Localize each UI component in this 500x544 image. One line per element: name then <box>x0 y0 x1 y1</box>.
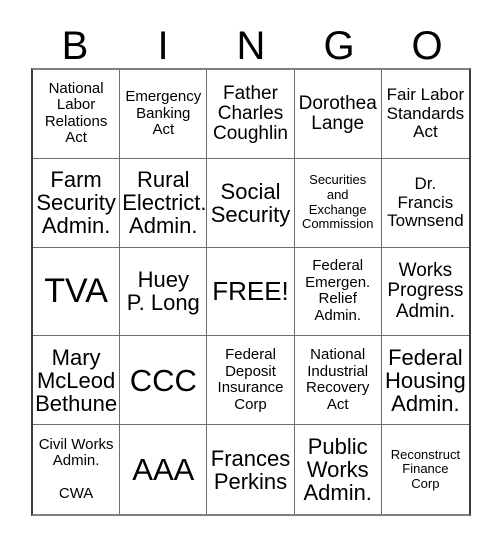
bingo-cell-label: Father Charles Coughlin <box>212 82 288 144</box>
bingo-cell-label: Federal Deposit Insurance Corp <box>217 346 284 413</box>
bingo-cell[interactable]: Dr. Francis Townsend <box>381 158 469 248</box>
bingo-cell[interactable]: Federal Deposit Insurance Corp <box>207 336 295 426</box>
bingo-header-letter-o: O <box>411 24 443 68</box>
bingo-cell-label: Dr. Francis Townsend <box>387 174 464 230</box>
bingo-cell[interactable]: Public Works Admin. <box>294 425 382 514</box>
bingo-cell-label: Federal Housing Admin. <box>385 344 466 416</box>
bingo-cell-label: Public Works Admin. <box>303 433 372 506</box>
bingo-cell[interactable]: Frances Perkins <box>207 425 295 514</box>
bingo-header-letter-i: I <box>157 24 169 68</box>
bingo-header-letter-g: G <box>323 24 355 68</box>
bingo-cell-label: Huey P. Long <box>126 267 200 316</box>
bingo-cell-label: AAA <box>132 452 195 488</box>
bingo-cell-free[interactable]: FREE! <box>207 247 295 337</box>
bingo-cell[interactable]: TVA <box>33 247 121 337</box>
bingo-cell[interactable]: Federal Housing Admin. <box>381 336 469 426</box>
bingo-cell-label: Farm Security Admin. <box>36 167 116 239</box>
bingo-cell[interactable]: Farm Security Admin. <box>33 158 121 248</box>
bingo-cell-label: Dorothea Lange <box>298 92 377 134</box>
bingo-cell[interactable]: Emergency Banking Act <box>120 70 208 159</box>
bingo-cell[interactable]: Mary McLeod Bethune <box>33 336 121 426</box>
bingo-cell[interactable]: National Labor Relations Act <box>33 70 121 159</box>
bingo-cell-label: Federal Emergen. Relief Admin. <box>305 257 371 324</box>
bingo-cell[interactable]: Securities and Exchange Commission <box>294 158 382 248</box>
bingo-cell-label: National Labor Relations Act <box>44 79 108 147</box>
bingo-cell-label: Securities and Exchange Commission <box>301 172 374 232</box>
bingo-cell-label: Works Progress Admin. <box>387 260 464 322</box>
bingo-grid: National Labor Relations Act Emergency Ba… <box>31 68 471 516</box>
bingo-cell[interactable]: Huey P. Long <box>120 247 208 337</box>
bingo-cell-label: Frances Perkins <box>210 445 291 494</box>
bingo-cell[interactable]: Federal Emergen. Relief Admin. <box>294 247 382 337</box>
bingo-cell-label: Civil Works Admin. CWA <box>38 435 114 503</box>
bingo-cell-label: Rural Electrict. Admin. <box>122 167 207 239</box>
bingo-cell-label: Emergency Banking Act <box>125 88 202 139</box>
bingo-cell[interactable]: Rural Electrict. Admin. <box>120 158 208 248</box>
bingo-cell-label: CCC <box>129 362 197 398</box>
bingo-cell-label: Reconstruct Finance Corp <box>390 446 461 491</box>
bingo-cell[interactable]: AAA <box>120 425 208 514</box>
bingo-cell[interactable]: Dorothea Lange <box>294 70 382 159</box>
bingo-cell-label: Mary McLeod Bethune <box>35 344 118 416</box>
bingo-cell-label: Fair Labor Standards Act <box>386 85 465 142</box>
bingo-cell-label: National Industrial Recovery Act <box>306 346 370 413</box>
bingo-cell-label: Social Security <box>210 178 291 227</box>
bingo-header-row: B I N G O <box>31 14 471 68</box>
bingo-cell[interactable]: Civil Works Admin. CWA <box>33 425 121 514</box>
bingo-cell[interactable]: CCC <box>120 336 208 426</box>
bingo-cell[interactable]: Social Security <box>207 158 295 248</box>
bingo-cell-label: TVA <box>44 272 108 311</box>
bingo-cell-label: FREE! <box>212 275 289 306</box>
bingo-header-letter-n: N <box>236 24 266 68</box>
bingo-cell[interactable]: Fair Labor Standards Act <box>381 70 469 159</box>
bingo-cell[interactable]: Reconstruct Finance Corp <box>381 425 469 514</box>
bingo-cell[interactable]: National Industrial Recovery Act <box>294 336 382 426</box>
bingo-card: B I N G O National Labor Relations Act Em… <box>0 0 500 544</box>
bingo-cell[interactable]: Father Charles Coughlin <box>207 70 295 159</box>
bingo-cell[interactable]: Works Progress Admin. <box>381 247 469 337</box>
bingo-header-letter-b: B <box>61 24 89 68</box>
